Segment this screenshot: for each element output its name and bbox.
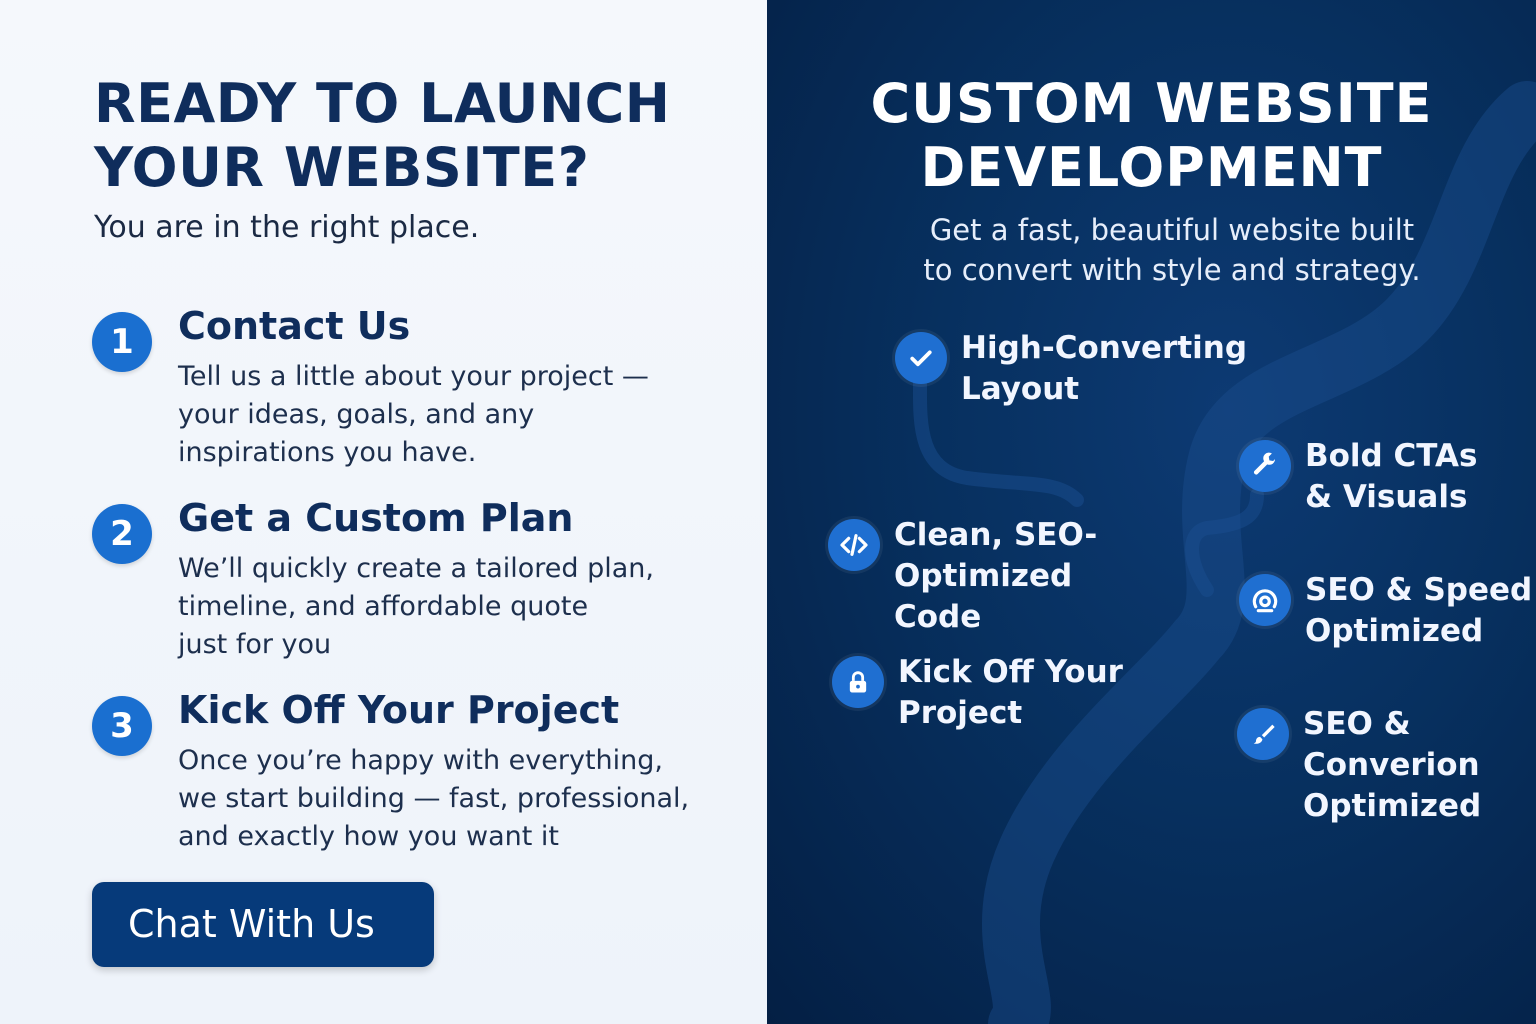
feature-label-line: Layout: [961, 371, 1080, 407]
feature-label: Clean, SEO- Optimized Code: [894, 515, 1097, 638]
feature-label: Kick Off Your Project: [898, 652, 1123, 734]
feature-label-line: SEO & Speed: [1305, 572, 1533, 608]
step-custom-plan: 2 Get a Custom Plan We’ll quickly create…: [92, 496, 712, 666]
lock-icon: [832, 656, 884, 708]
step-description-line: Tell us a little about your project —: [178, 361, 649, 392]
step-number-badge: 2: [92, 504, 152, 564]
step-description: We’ll quickly create a tailored plan, ti…: [178, 550, 718, 664]
step-description-line: timeline, and affordable quote: [178, 591, 589, 622]
step-description-line: and exactly how you want it: [178, 821, 560, 852]
feature-label-line: Optimized: [894, 558, 1073, 594]
left-headline: READY TO LAUNCH YOUR WEBSITE?: [94, 72, 714, 200]
left-headline-line: YOUR WEBSITE?: [94, 136, 590, 199]
right-subtitle-line: Get a fast, beautiful website built: [929, 213, 1415, 247]
step-description: Once you’re happy with everything, we st…: [178, 742, 718, 856]
step-number-badge: 3: [92, 696, 152, 756]
feature-label: SEO & Speed Optimized: [1305, 570, 1532, 652]
right-headline: CUSTOM WEBSITE DEVELOPMENT: [767, 72, 1536, 200]
feature-label-line: Project: [898, 695, 1023, 731]
right-headline-line: CUSTOM WEBSITE: [870, 72, 1433, 135]
feature-label-line: SEO &: [1303, 706, 1411, 742]
step-number-badge: 1: [92, 312, 152, 372]
feature-label: Bold CTAs & Visuals: [1305, 436, 1477, 518]
right-subtitle-line: to convert with style and strategy.: [923, 253, 1421, 287]
step-title: Get a Custom Plan: [178, 496, 574, 540]
target-icon: [1239, 574, 1291, 626]
wrench-icon: [1239, 440, 1291, 492]
check-icon: [895, 332, 947, 384]
step-description-line: Once you’re happy with everything,: [178, 745, 663, 776]
chat-with-us-button[interactable]: Chat With Us: [92, 882, 434, 967]
feature-label-line: Optimized: [1303, 788, 1482, 824]
feature-label-line: & Visuals: [1305, 479, 1468, 515]
feature-label-line: Optimized: [1305, 613, 1484, 649]
step-description-line: your ideas, goals, and any: [178, 399, 535, 430]
step-description-line: we start building — fast, professional,: [178, 783, 690, 814]
feature-label-line: Converion: [1303, 747, 1480, 783]
step-description-line: just for you: [178, 629, 332, 660]
right-subtitle: Get a fast, beautiful website built to c…: [767, 210, 1536, 290]
feature-label-line: Code: [894, 599, 982, 635]
feature-label: SEO & Converion Optimized: [1303, 704, 1481, 827]
step-title: Contact Us: [178, 304, 411, 348]
brush-icon: [1237, 708, 1289, 760]
feature-label-line: Bold CTAs: [1305, 438, 1478, 474]
step-contact-us: 1 Contact Us Tell us a little about your…: [92, 304, 712, 474]
feature-label: High-Converting Layout: [961, 328, 1247, 410]
feature-label-line: Clean, SEO-: [894, 517, 1098, 553]
left-subtitle: You are in the right place.: [94, 210, 480, 245]
feature-label-line: Kick Off Your: [898, 654, 1123, 690]
step-kick-off: 3 Kick Off Your Project Once you’re happ…: [92, 688, 712, 858]
step-title: Kick Off Your Project: [178, 688, 620, 732]
step-description-line: inspirations you have.: [178, 437, 477, 468]
step-description: Tell us a little about your project — yo…: [178, 358, 718, 472]
right-headline-line: DEVELOPMENT: [920, 136, 1383, 199]
step-description-line: We’ll quickly create a tailored plan,: [178, 553, 654, 584]
code-icon: [828, 519, 880, 571]
left-panel: READY TO LAUNCH YOUR WEBSITE? You are in…: [0, 0, 767, 1024]
feature-label-line: High-Converting: [961, 330, 1248, 366]
right-panel: CUSTOM WEBSITE DEVELOPMENT Get a fast, b…: [767, 0, 1536, 1024]
left-headline-line: READY TO LAUNCH: [94, 72, 671, 135]
